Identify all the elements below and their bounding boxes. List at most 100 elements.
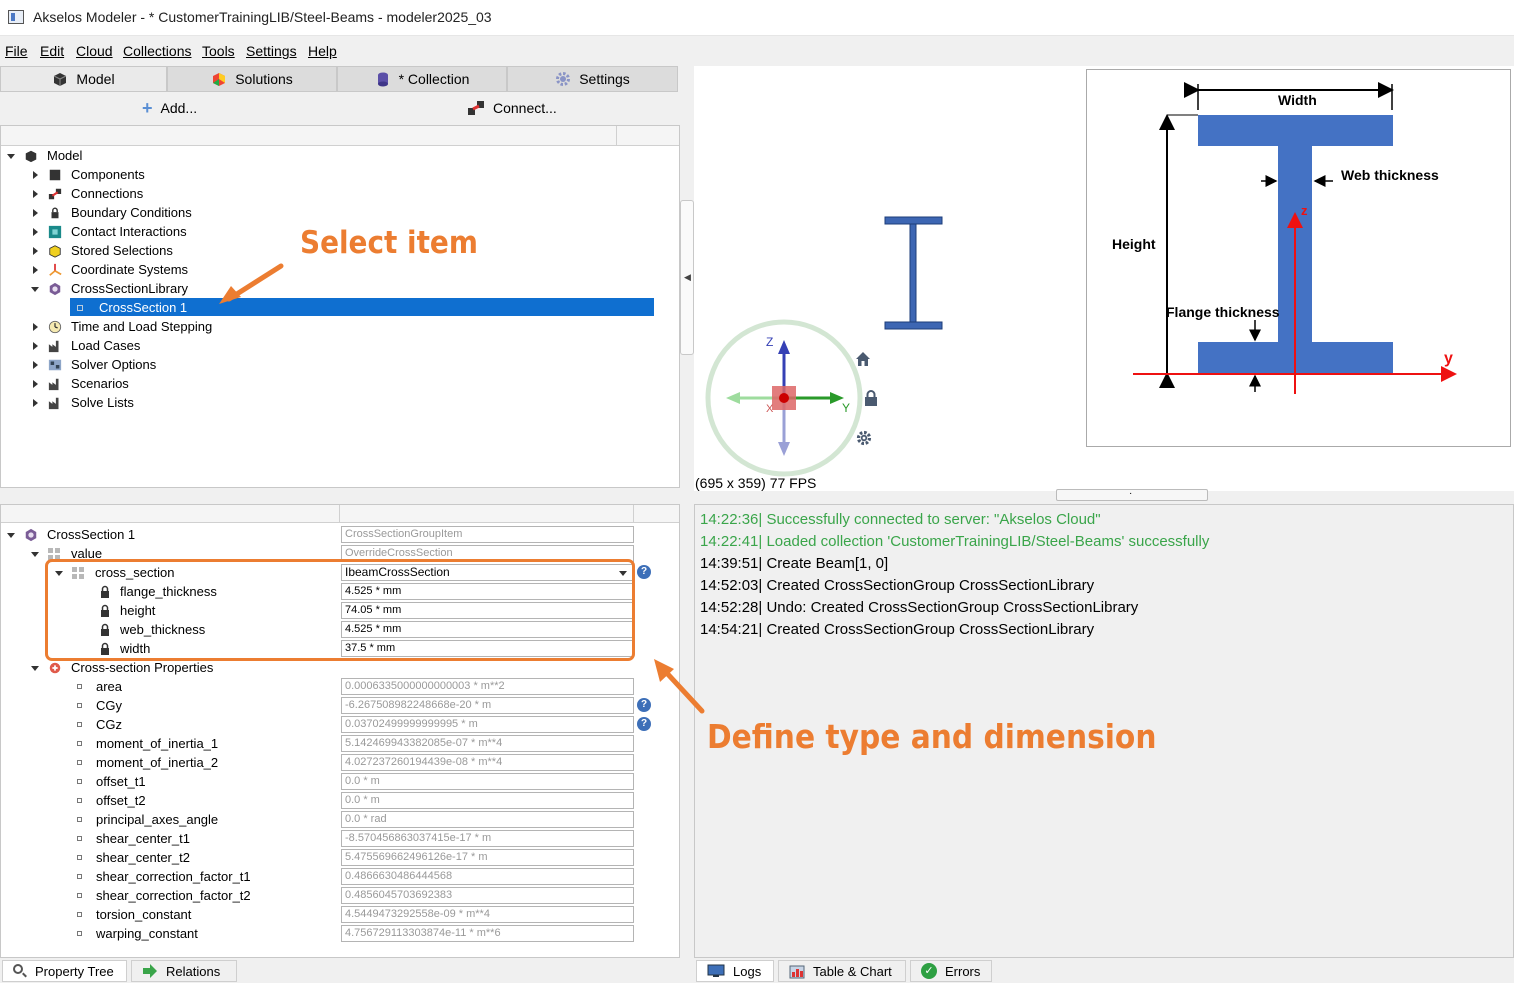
collapse-arrow-icon[interactable] xyxy=(31,549,41,559)
help-icon[interactable]: ? xyxy=(637,565,651,579)
tab-logs[interactable]: Logs xyxy=(696,960,774,982)
splitter-arrow-icon[interactable]: ◀ xyxy=(684,272,691,283)
tab-relations[interactable]: Relations xyxy=(131,960,237,982)
menu-cloud[interactable]: Cloud xyxy=(76,43,113,59)
diagram-z-axis-label: z xyxy=(1301,203,1308,218)
collapse-arrow-icon[interactable] xyxy=(7,151,17,161)
viewport-splitter[interactable]: · xyxy=(1056,488,1208,501)
expand-arrow-icon[interactable] xyxy=(31,189,41,199)
expand-arrow-icon[interactable] xyxy=(31,398,41,408)
property-row-area[interactable]: area 0.0006335000000000003 * m**2 xyxy=(1,677,679,696)
tab-settings[interactable]: Settings xyxy=(507,66,678,92)
property-value: 0.4856045703692383 xyxy=(341,887,634,904)
model-icon xyxy=(25,150,37,162)
tab-collection[interactable]: * Collection xyxy=(337,66,507,92)
beam-3d-model[interactable] xyxy=(884,216,944,330)
property-row-moment-of-inertia-2[interactable]: moment_of_inertia_2 4.027237260194439e-0… xyxy=(1,753,679,772)
fps-readout: (695 x 359) 77 FPS xyxy=(695,475,817,491)
property-row-warping-constant[interactable]: warping_constant 4.756729113303874e-11 *… xyxy=(1,924,679,943)
menu-file[interactable]: File xyxy=(5,43,28,59)
tab-table-chart[interactable]: Table & Chart xyxy=(778,960,906,982)
tree-item-components[interactable]: Components xyxy=(31,165,145,184)
collapse-arrow-icon[interactable] xyxy=(31,663,41,673)
orientation-gizmo[interactable]: Z Y X xyxy=(704,318,884,478)
tree-item-crosssection-1[interactable]: CrossSection 1 xyxy=(75,298,187,317)
menu-edit[interactable]: Edit xyxy=(40,43,64,59)
property-row-shear-correction-factor-t2[interactable]: shear_correction_factor_t2 0.48560457036… xyxy=(1,886,679,905)
property-row-shear-correction-factor-t1[interactable]: shear_correction_factor_t1 0.48666304864… xyxy=(1,867,679,886)
expand-arrow-icon[interactable] xyxy=(31,265,41,275)
annotation-define-type: Define type and dimension xyxy=(707,717,1157,756)
home-icon[interactable] xyxy=(855,351,871,367)
tab-label: Property Tree xyxy=(35,963,114,979)
tree-item-boundary-conditions[interactable]: Boundary Conditions xyxy=(31,203,192,222)
tree-item-solve-lists[interactable]: Solve Lists xyxy=(31,393,134,412)
menu-tools[interactable]: Tools xyxy=(202,43,235,59)
leaf-square-icon xyxy=(77,874,82,879)
diagram-width-label: Width xyxy=(1278,92,1317,108)
property-row-cgy[interactable]: CGy -6.267508982248668e-20 * m ? xyxy=(1,696,679,715)
tree-item-time-load-stepping[interactable]: Time and Load Stepping xyxy=(31,317,212,336)
tree-item-stored-selections[interactable]: Stored Selections xyxy=(31,241,173,260)
tab-property-tree[interactable]: Property Tree xyxy=(2,960,127,982)
check-circle-icon: ✓ xyxy=(921,963,937,979)
help-icon[interactable]: ? xyxy=(637,717,651,731)
expand-arrow-icon[interactable] xyxy=(31,227,41,237)
expand-arrow-icon[interactable] xyxy=(31,379,41,389)
expand-arrow-icon[interactable] xyxy=(31,246,41,256)
tree-item-contact-interactions[interactable]: Contact Interactions xyxy=(31,222,187,241)
tree-item-model[interactable]: Model xyxy=(7,146,82,165)
settings-gear-icon xyxy=(556,72,571,86)
annotation-arrow-define xyxy=(654,659,705,714)
expand-arrow-icon[interactable] xyxy=(31,322,41,332)
bottom-right-tabs: Logs Table & Chart ✓ Errors xyxy=(694,960,1514,983)
property-row-shear-center-t2[interactable]: shear_center_t2 5.475569662496126e-17 * … xyxy=(1,848,679,867)
leaf-square-icon xyxy=(77,817,82,822)
menu-help[interactable]: Help xyxy=(308,43,337,59)
property-value: 4.5449473292558e-09 * m**4 xyxy=(341,906,634,923)
tab-solutions[interactable]: Solutions xyxy=(167,66,337,92)
tree-item-crosssectionlibrary[interactable]: CrossSectionLibrary xyxy=(31,279,188,298)
leaf-square-icon xyxy=(77,779,82,784)
contact-icon xyxy=(48,225,62,238)
expand-arrow-icon[interactable] xyxy=(31,360,41,370)
factory-icon xyxy=(48,378,59,390)
tree-item-connections[interactable]: Connections xyxy=(31,184,143,203)
property-value: 0.03702499999999995 * m xyxy=(341,716,634,733)
gear-icon[interactable] xyxy=(856,430,872,446)
add-button[interactable]: + Add... xyxy=(142,99,197,117)
property-row-offset-t2[interactable]: offset_t2 0.0 * m xyxy=(1,791,679,810)
connect-button[interactable]: Connect... xyxy=(467,100,557,116)
library-icon xyxy=(25,528,37,541)
3d-viewport[interactable]: Z Y X (695 x 359) 77 FPS Width Web thick… xyxy=(694,66,1514,491)
menu-settings[interactable]: Settings xyxy=(246,43,297,59)
menu-collections[interactable]: Collections xyxy=(123,43,191,59)
property-row-shear-center-t1[interactable]: shear_center_t1 -8.570456863037415e-17 *… xyxy=(1,829,679,848)
diagram-flange-thickness-label: Flange thickness xyxy=(1166,304,1280,320)
factory-icon xyxy=(48,397,59,409)
property-row-principal-axes-angle[interactable]: principal_axes_angle 0.0 * rad xyxy=(1,810,679,829)
tree-item-load-cases[interactable]: Load Cases xyxy=(31,336,140,355)
collapse-arrow-icon[interactable] xyxy=(31,284,41,294)
tab-errors[interactable]: ✓ Errors xyxy=(910,960,992,982)
property-row-offset-t1[interactable]: offset_t1 0.0 * m xyxy=(1,772,679,791)
expand-arrow-icon[interactable] xyxy=(31,208,41,218)
tree-item-coordinate-systems[interactable]: Coordinate Systems xyxy=(31,260,188,279)
property-row-moment-of-inertia-1[interactable]: moment_of_inertia_1 5.142469943382085e-0… xyxy=(1,734,679,753)
collapse-arrow-icon[interactable] xyxy=(7,530,17,540)
tree-item-scenarios[interactable]: Scenarios xyxy=(31,374,129,393)
solver-icon xyxy=(48,359,62,370)
expand-arrow-icon[interactable] xyxy=(31,341,41,351)
lock-icon[interactable] xyxy=(864,390,878,406)
expand-arrow-icon[interactable] xyxy=(31,170,41,180)
tree-item-label: Coordinate Systems xyxy=(71,262,189,277)
tab-label: Table & Chart xyxy=(813,963,892,979)
tab-model[interactable]: Model xyxy=(0,66,167,92)
property-row-torsion-constant[interactable]: torsion_constant 4.5449473292558e-09 * m… xyxy=(1,905,679,924)
tree-item-solver-options[interactable]: Solver Options xyxy=(31,355,156,374)
help-icon[interactable]: ? xyxy=(637,698,651,712)
property-row-crosssection-1[interactable]: CrossSection 1 CrossSectionGroupItem xyxy=(1,525,679,544)
monitor-icon xyxy=(707,964,725,977)
property-row-cgz[interactable]: CGz 0.03702499999999995 * m ? xyxy=(1,715,679,734)
tree-item-label: Contact Interactions xyxy=(71,224,187,239)
